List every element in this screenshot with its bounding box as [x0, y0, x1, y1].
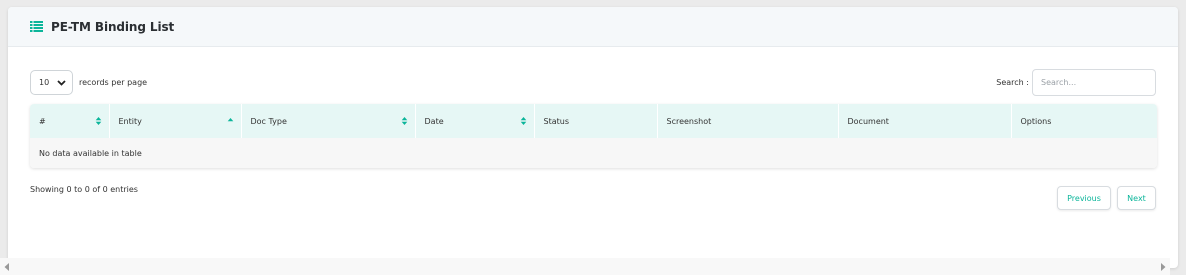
- records-per-page-value: 10: [39, 78, 50, 87]
- column-header-number[interactable]: #: [30, 104, 110, 138]
- records-per-page-control: 10 records per page: [30, 70, 147, 95]
- sort-ascending-icon: [227, 118, 233, 122]
- sort-both-icon: [95, 117, 101, 125]
- chevron-down-icon: [57, 79, 66, 86]
- binding-list-card: PE-TM Binding List 10 records per page S…: [8, 7, 1178, 268]
- scroll-right-icon[interactable]: [1160, 263, 1166, 271]
- pagination: Previous Next: [1057, 186, 1156, 210]
- column-header-entity[interactable]: Entity: [109, 104, 242, 138]
- search-label: Search :: [996, 78, 1029, 87]
- table-info: Showing 0 to 0 of 0 entries: [30, 185, 138, 194]
- column-header-status: Status: [534, 104, 658, 138]
- binding-table: # Entity Doc Type Date Status Screenshot…: [30, 104, 1157, 168]
- page-title: PE-TM Binding List: [51, 19, 175, 34]
- table-row: No data available in table: [30, 138, 1157, 168]
- sort-both-icon: [520, 117, 526, 125]
- column-label: Entity: [118, 116, 142, 126]
- column-header-screenshot: Screenshot: [657, 104, 839, 138]
- column-label: #: [39, 116, 46, 126]
- next-page-button[interactable]: Next: [1117, 186, 1156, 210]
- column-header-document: Document: [838, 104, 1012, 138]
- column-header-date[interactable]: Date: [415, 104, 535, 138]
- search-input[interactable]: [1032, 69, 1156, 96]
- column-label: Status: [543, 116, 570, 126]
- records-per-page-label: records per page: [79, 78, 148, 87]
- column-label: Screenshot: [666, 116, 712, 126]
- horizontal-scrollbar[interactable]: [0, 258, 1170, 275]
- scroll-left-icon[interactable]: [4, 263, 10, 271]
- card-header: PE-TM Binding List: [8, 7, 1178, 47]
- column-header-options: Options: [1011, 104, 1157, 138]
- search-control: Search :: [996, 69, 1156, 96]
- empty-table-message: No data available in table: [39, 148, 142, 158]
- column-label: Document: [847, 116, 889, 126]
- column-header-doc-type[interactable]: Doc Type: [241, 104, 416, 138]
- column-label: Doc Type: [250, 116, 287, 126]
- records-per-page-select[interactable]: 10: [30, 70, 73, 95]
- list-icon: [30, 21, 43, 32]
- table-header-row: # Entity Doc Type Date Status Screenshot…: [30, 104, 1157, 138]
- sort-both-icon: [401, 117, 407, 125]
- column-label: Date: [424, 116, 444, 126]
- previous-page-button[interactable]: Previous: [1057, 186, 1111, 210]
- column-label: Options: [1020, 116, 1052, 126]
